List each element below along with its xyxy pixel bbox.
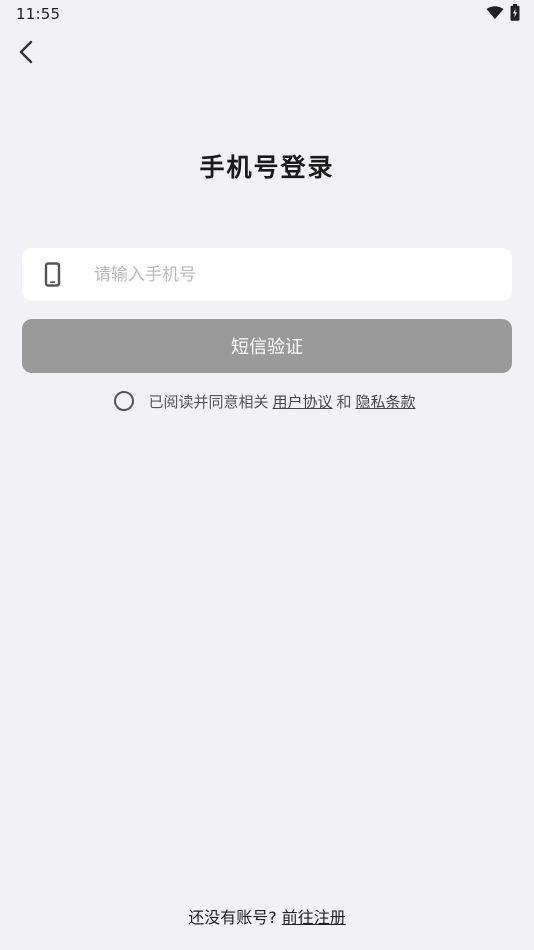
status-icons — [486, 4, 520, 25]
register-link[interactable]: 前往注册 — [282, 908, 346, 927]
phone-number-input[interactable] — [94, 248, 494, 301]
status-time: 11:55 — [16, 5, 61, 23]
agreement-conjunction: 和 — [336, 392, 352, 411]
sms-verify-button[interactable]: 短信验证 — [22, 319, 512, 373]
register-prompt: 还没有账号? — [188, 908, 277, 927]
battery-charging-icon — [510, 4, 520, 25]
status-bar: 11:55 — [0, 0, 534, 28]
sms-verify-button-label: 短信验证 — [231, 337, 303, 358]
phone-field — [22, 248, 512, 301]
chevron-left-icon — [18, 40, 34, 68]
agreement-prefix: 已阅读并同意相关 — [148, 392, 269, 411]
agreement-row: 已阅读并同意相关 用户协议 和 隐私条款 — [0, 389, 534, 413]
smartphone-icon — [44, 262, 62, 288]
page-title: 手机号登录 — [199, 153, 335, 182]
wifi-icon — [486, 5, 504, 24]
privacy-policy-link[interactable]: 隐私条款 — [356, 391, 416, 412]
back-button[interactable] — [10, 38, 42, 70]
register-row: 还没有账号? 前往注册 — [0, 904, 534, 928]
agreement-radio[interactable] — [114, 391, 135, 411]
user-agreement-link[interactable]: 用户协议 — [272, 391, 332, 412]
